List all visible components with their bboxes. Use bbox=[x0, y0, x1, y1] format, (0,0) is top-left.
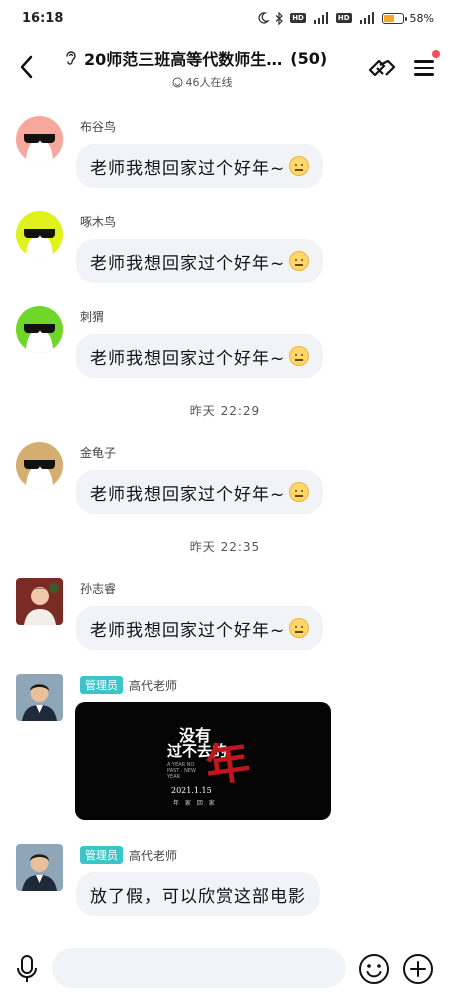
sender-row: 管理员 高代老师 bbox=[80, 676, 177, 694]
signal-icon-1 bbox=[312, 12, 330, 24]
chevron-left-icon bbox=[20, 55, 33, 79]
emoji-button[interactable] bbox=[357, 952, 391, 986]
neutral-face-emoji-icon bbox=[289, 482, 310, 502]
menu-button[interactable] bbox=[414, 50, 440, 82]
battery-percent: 58% bbox=[409, 11, 434, 25]
hd-badge-1: HD bbox=[290, 13, 306, 23]
battery-fill bbox=[383, 14, 394, 22]
neutral-face-emoji-icon bbox=[289, 346, 310, 366]
poster-date: 2021.1.15 bbox=[171, 786, 212, 795]
avatar[interactable] bbox=[16, 578, 63, 625]
sender-row: 金龟子 bbox=[80, 444, 116, 461]
sender-name: 金龟子 bbox=[80, 446, 117, 460]
sender-name: 高代老师 bbox=[129, 848, 178, 863]
status-icons: HD HD 58% bbox=[257, 11, 434, 25]
neutral-face-emoji-icon bbox=[289, 156, 310, 176]
back-button[interactable] bbox=[14, 52, 38, 82]
avatar[interactable] bbox=[16, 116, 63, 163]
sender-name: 刺猬 bbox=[80, 310, 105, 324]
plus-circle-icon bbox=[403, 954, 433, 984]
online-count: 46人在线 bbox=[185, 76, 233, 89]
avatar[interactable] bbox=[16, 674, 63, 721]
avatar[interactable] bbox=[16, 306, 63, 353]
battery-icon bbox=[381, 12, 407, 24]
movie-poster-image[interactable]: 没有 过不去的 年 A YEAR NO PAST · NEW YEAR 2021… bbox=[75, 702, 331, 820]
admin-badge: 管理员 bbox=[80, 676, 123, 694]
sender-row: 布谷鸟 bbox=[80, 118, 116, 135]
avatar[interactable] bbox=[16, 442, 63, 489]
time-separator: 昨天 22:29 bbox=[189, 404, 261, 418]
share-screen-button[interactable] bbox=[366, 54, 398, 84]
menu-icon-line bbox=[414, 73, 434, 76]
sender-name: 高代老师 bbox=[129, 678, 178, 693]
poster-nian-char: 年 bbox=[202, 736, 253, 793]
chat-area[interactable]: 布谷鸟 老师我想回家过个好年~ 啄木鸟 老师我想回家过个好年~ 刺猬 老师我想回… bbox=[0, 100, 450, 938]
online-status: 46人在线 bbox=[42, 74, 362, 90]
message-bubble[interactable]: 放了假，可以欣赏这部电影 bbox=[76, 872, 320, 916]
ear-icon bbox=[62, 49, 80, 67]
member-count: (50) bbox=[290, 48, 328, 68]
message-text: 老师我想回家过个好年~ bbox=[90, 348, 286, 369]
message-text: 老师我想回家过个好年~ bbox=[90, 620, 286, 641]
share-icon bbox=[368, 59, 396, 77]
avatar[interactable] bbox=[16, 844, 63, 891]
sender-name: 啄木鸟 bbox=[80, 215, 117, 229]
moon-icon bbox=[257, 12, 270, 24]
sender-name: 孙志睿 bbox=[80, 582, 117, 596]
bluetooth-icon bbox=[275, 11, 284, 25]
smiley-icon bbox=[359, 954, 389, 984]
status-bar: 16:18 HD HD 58% bbox=[0, 0, 450, 36]
sender-name: 布谷鸟 bbox=[80, 120, 117, 134]
sender-row: 刺猬 bbox=[80, 308, 104, 325]
menu-icon-line bbox=[414, 60, 434, 63]
message-text: 老师我想回家过个好年~ bbox=[90, 484, 286, 505]
hd-badge-2: HD bbox=[335, 13, 352, 23]
sender-row: 啄木鸟 bbox=[80, 213, 116, 230]
menu-icon-line bbox=[414, 66, 434, 69]
online-icon bbox=[172, 77, 182, 87]
input-bar bbox=[0, 940, 450, 1000]
time-separator: 昨天 22:35 bbox=[189, 540, 261, 554]
message-text: 放了假，可以欣赏这部电影 bbox=[90, 886, 306, 907]
chat-header: 20师范三班高等代数师生… (50) 46人在线 bbox=[0, 36, 450, 98]
sender-row: 管理员 高代老师 bbox=[80, 846, 177, 864]
message-bubble[interactable]: 老师我想回家过个好年~ bbox=[76, 239, 324, 283]
message-text: 老师我想回家过个好年~ bbox=[90, 158, 286, 179]
message-input[interactable] bbox=[52, 948, 346, 988]
neutral-face-emoji-icon bbox=[289, 618, 310, 638]
microphone-icon bbox=[17, 955, 37, 982]
more-button[interactable] bbox=[401, 952, 435, 986]
group-title[interactable]: 20师范三班高等代数师生… (50) 46人在线 bbox=[62, 46, 362, 90]
poster-subtitle: 年 家 回 家 bbox=[173, 800, 217, 807]
avatar[interactable] bbox=[16, 211, 63, 258]
neutral-face-emoji-icon bbox=[289, 251, 310, 271]
message-bubble[interactable]: 老师我想回家过个好年~ bbox=[76, 144, 324, 188]
admin-badge: 管理员 bbox=[80, 846, 123, 864]
signal-icon-2 bbox=[358, 12, 376, 24]
group-name: 20师范三班高等代数师生… bbox=[84, 50, 283, 69]
message-text: 老师我想回家过个好年~ bbox=[90, 253, 286, 274]
message-bubble[interactable]: 老师我想回家过个好年~ bbox=[76, 606, 324, 650]
poster-small-text: A YEAR NO PAST · NEW YEAR bbox=[167, 762, 196, 780]
notification-dot bbox=[432, 50, 440, 58]
message-bubble[interactable]: 老师我想回家过个好年~ bbox=[76, 334, 324, 378]
message-bubble[interactable]: 老师我想回家过个好年~ bbox=[76, 470, 324, 514]
voice-button[interactable] bbox=[14, 952, 40, 986]
sender-row: 孙志睿 bbox=[80, 580, 116, 597]
status-time: 16:18 bbox=[22, 10, 64, 26]
